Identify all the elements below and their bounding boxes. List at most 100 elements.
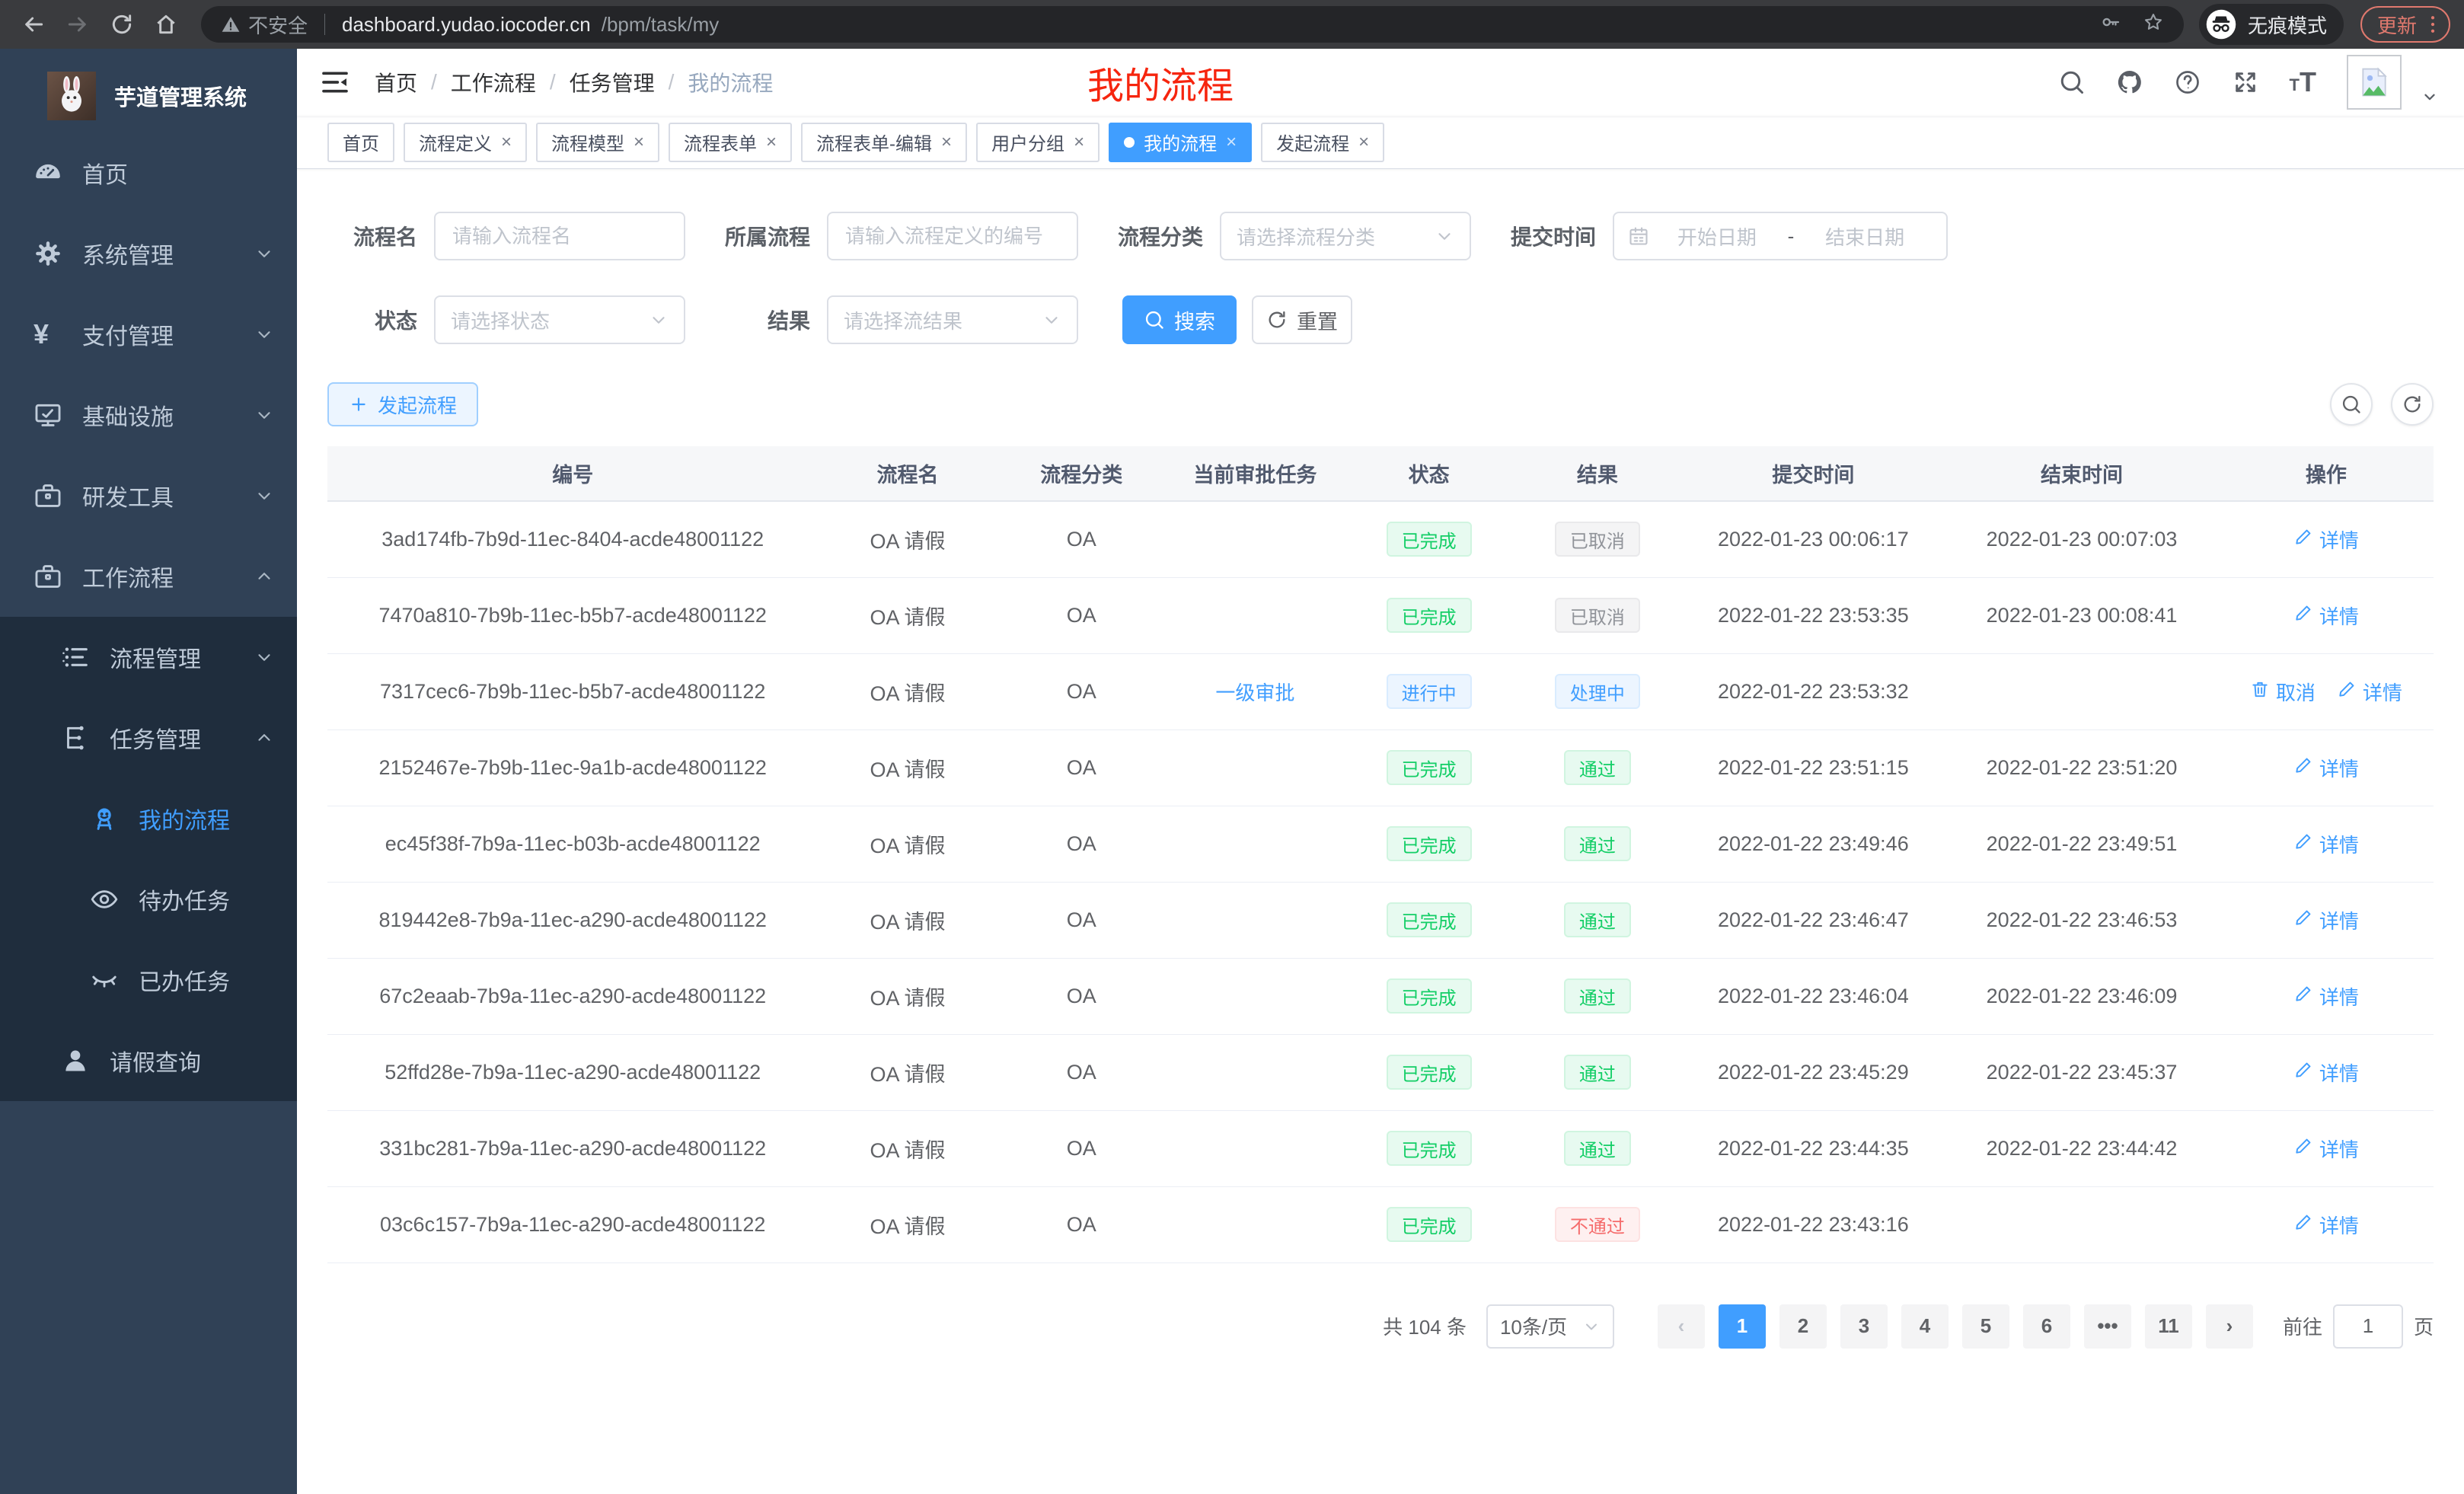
incognito-profile-chip[interactable]: 无痕模式 (2199, 4, 2344, 45)
bookmark-star-icon[interactable] (2143, 11, 2164, 38)
start-process-button[interactable]: 发起流程 (327, 382, 478, 426)
tab-流程模型[interactable]: 流程模型× (536, 123, 659, 162)
font-size-icon[interactable]: TT (2290, 71, 2316, 94)
collapse-sidebar-icon[interactable] (320, 67, 350, 97)
detail-link[interactable]: 详情 (2293, 1211, 2359, 1239)
sidebar-item-待办任务[interactable]: 待办任务 (0, 859, 297, 940)
toggle-search-button[interactable] (2330, 383, 2373, 426)
search-icon[interactable] (2058, 69, 2086, 96)
close-icon[interactable]: × (634, 133, 644, 152)
detail-link[interactable]: 详情 (2293, 1135, 2359, 1163)
category-select[interactable]: 请选择流程分类 (1220, 212, 1471, 260)
avatar[interactable] (2347, 55, 2402, 110)
fullscreen-icon[interactable] (2232, 69, 2259, 96)
avatar-caret-icon[interactable] (2421, 88, 2438, 105)
sidebar-item-请假查询[interactable]: 请假查询 (0, 1020, 297, 1101)
sidebar-item-label: 任务管理 (110, 721, 201, 755)
detail-link[interactable]: 详情 (2293, 982, 2359, 1010)
app-logo-row[interactable]: 芋道管理系统 (0, 49, 297, 132)
cell-status: 已完成 (1345, 882, 1513, 958)
detail-link[interactable]: 详情 (2337, 678, 2402, 706)
sidebar-item-已办任务[interactable]: 已办任务 (0, 940, 297, 1020)
breadcrumb-item-首页[interactable]: 首页 (375, 67, 417, 97)
sidebar-item-基础设施[interactable]: 基础设施 (0, 375, 297, 455)
close-icon[interactable]: × (1226, 133, 1237, 152)
sidebar-item-流程管理[interactable]: 流程管理 (0, 617, 297, 698)
close-icon[interactable]: × (501, 133, 512, 152)
sidebar-item-支付管理[interactable]: ¥支付管理 (0, 294, 297, 375)
sidebar-item-工作流程[interactable]: 工作流程 (0, 536, 297, 617)
close-icon[interactable]: × (1358, 133, 1369, 152)
sidebar-item-研发工具[interactable]: 研发工具 (0, 455, 297, 536)
browser-update-button[interactable]: 更新 (2360, 6, 2450, 43)
reset-button[interactable]: 重置 (1252, 295, 1352, 344)
detail-link[interactable]: 详情 (2293, 602, 2359, 630)
key-icon[interactable] (2100, 11, 2121, 38)
address-bar[interactable]: 不安全 dashboard.yudao.iocoder.cn/bpm/task/… (201, 6, 2184, 43)
tab-首页[interactable]: 首页 (327, 123, 394, 162)
detail-link-label: 详情 (2319, 1211, 2359, 1239)
profile-label: 无痕模式 (2248, 11, 2327, 39)
next-page-button[interactable]: › (2206, 1304, 2253, 1349)
cell-category: OA (997, 958, 1166, 1034)
not-secure-warning[interactable]: 不安全 (221, 11, 308, 39)
task-link[interactable]: 一级审批 (1215, 678, 1294, 706)
cell-status: 进行中 (1345, 653, 1513, 729)
tab-用户分组[interactable]: 用户分组× (976, 123, 1100, 162)
back-icon[interactable] (14, 5, 53, 44)
breadcrumb-separator: / (431, 70, 437, 94)
home-icon[interactable] (146, 5, 186, 44)
chevron-down-icon (649, 310, 669, 330)
tab-流程表单-编辑[interactable]: 流程表单-编辑× (801, 123, 967, 162)
detail-link[interactable]: 详情 (2293, 830, 2359, 858)
reload-icon[interactable] (102, 5, 142, 44)
sidebar-item-首页[interactable]: 首页 (0, 132, 297, 213)
gear-icon (34, 239, 62, 268)
tab-发起流程[interactable]: 发起流程× (1261, 123, 1384, 162)
help-icon[interactable] (2174, 69, 2201, 96)
sidebar-item-我的流程[interactable]: 我的流程 (0, 778, 297, 859)
detail-link[interactable]: 详情 (2293, 1058, 2359, 1087)
detail-link[interactable]: 详情 (2293, 754, 2359, 782)
tab-流程定义[interactable]: 流程定义× (404, 123, 527, 162)
tab-我的流程[interactable]: 我的流程× (1109, 123, 1252, 162)
table-row: 2152467e-7b9b-11ec-9a1b-acde48001122OA 请… (327, 729, 2434, 806)
page-11[interactable]: 11 (2145, 1304, 2192, 1349)
page-1[interactable]: 1 (1719, 1304, 1766, 1349)
page-3[interactable]: 3 (1840, 1304, 1888, 1349)
chevron-down-icon (1435, 226, 1454, 246)
cell-current-task (1166, 806, 1345, 882)
edit-icon (2293, 1212, 2313, 1237)
forward-icon[interactable] (58, 5, 97, 44)
github-icon[interactable] (2116, 69, 2143, 96)
cancel-link[interactable]: 取消 (2250, 678, 2316, 706)
close-icon[interactable]: × (766, 133, 777, 152)
status-select[interactable]: 请选择状态 (434, 295, 685, 344)
process-definition-input[interactable] (827, 212, 1078, 260)
prev-page-button[interactable]: ‹ (1658, 1304, 1705, 1349)
page-size-select[interactable]: 10条/页 (1486, 1304, 1614, 1349)
sidebar-item-系统管理[interactable]: 系统管理 (0, 213, 297, 294)
cell-actions: 详情 (2219, 1034, 2434, 1110)
close-icon[interactable]: × (941, 133, 952, 152)
process-name-input[interactable] (434, 212, 685, 260)
jump-page-input[interactable] (2333, 1304, 2403, 1349)
tab-流程表单[interactable]: 流程表单× (669, 123, 792, 162)
result-select[interactable]: 请选择流结果 (827, 295, 1078, 344)
page-6[interactable]: 6 (2023, 1304, 2070, 1349)
submit-time-range-picker[interactable]: 开始日期 - 结束日期 (1613, 212, 1948, 260)
sidebar-item-任务管理[interactable]: 任务管理 (0, 698, 297, 778)
detail-link[interactable]: 详情 (2293, 525, 2359, 554)
table-row: 331bc281-7b9a-11ec-a290-acde48001122OA 请… (327, 1110, 2434, 1186)
breadcrumb-item-工作流程[interactable]: 工作流程 (451, 67, 536, 97)
search-button[interactable]: 搜索 (1122, 295, 1237, 344)
page-4[interactable]: 4 (1901, 1304, 1949, 1349)
page-ellipsis[interactable]: ••• (2084, 1304, 2131, 1349)
edit-icon (2337, 679, 2357, 704)
detail-link[interactable]: 详情 (2293, 906, 2359, 934)
refresh-table-button[interactable] (2391, 383, 2434, 426)
close-icon[interactable]: × (1074, 133, 1084, 152)
page-2[interactable]: 2 (1779, 1304, 1827, 1349)
page-5[interactable]: 5 (1962, 1304, 2009, 1349)
breadcrumb-item-任务管理[interactable]: 任务管理 (570, 67, 655, 97)
